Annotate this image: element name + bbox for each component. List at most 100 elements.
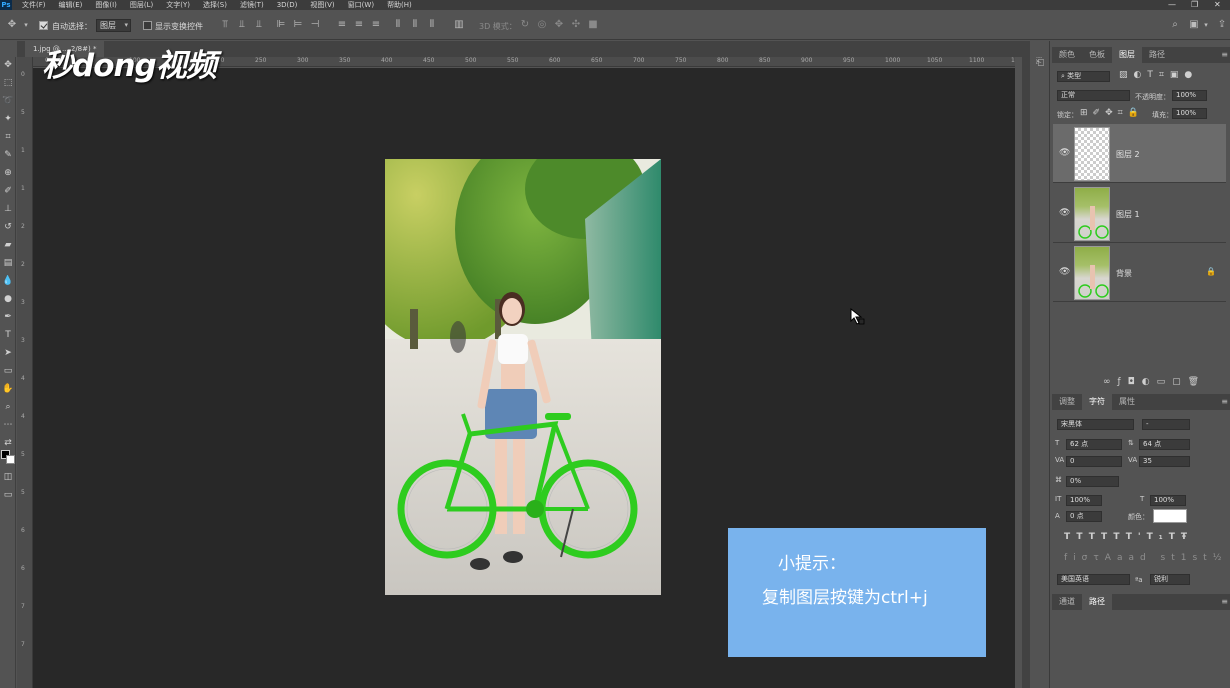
layer-name[interactable]: 背景 [1116,268,1132,279]
layer-row-layer-1[interactable]: 👁 图层 1 [1053,184,1226,243]
workspace-dropdown-icon[interactable]: ▾ [1200,19,1212,31]
dodge-tool-icon[interactable]: ● [2,293,14,305]
distribute-vcenter-icon[interactable]: ≡ [353,19,365,31]
align-left-icon[interactable]: ⊫ [275,19,287,31]
distribute-top-icon[interactable]: ≡ [336,19,348,31]
move-tool-icon[interactable]: ✥ [2,59,14,71]
quick-mask-icon[interactable]: ◫ [2,471,14,483]
panel-menu-icon[interactable]: ≡ [1221,594,1228,610]
tsume-field[interactable]: 0% [1066,476,1119,487]
rectangle-tool-icon[interactable]: ▭ [2,365,14,377]
distribute-bottom-icon[interactable]: ≡ [370,19,382,31]
eye-icon[interactable]: 👁 [1059,148,1070,158]
tab-color[interactable]: 颜色 [1052,47,1082,63]
menu-image[interactable]: 图像(I) [95,0,117,10]
tool-preset-dropdown-icon[interactable]: ▾ [20,19,32,31]
layer-row-layer-2[interactable]: 👁 图层 2 [1053,124,1226,183]
tab-paragraph[interactable]: 路径 [1142,47,1172,63]
eyedropper-tool-icon[interactable]: ✎ [2,149,14,161]
align-vcenter-icon[interactable]: ⫫ [236,19,248,31]
text-style-buttons[interactable]: TTTTTT'T₁TŦ [1064,532,1193,542]
align-right-icon[interactable]: ⊣ [309,19,321,31]
crop-tool-icon[interactable]: ⌗ [2,131,14,143]
menu-layer[interactable]: 图层(L) [130,0,153,10]
lasso-tool-icon[interactable]: ➰ [2,95,14,107]
tab-swatches[interactable]: 色板 [1082,47,1112,63]
share-icon[interactable]: ⇪ [1216,19,1228,31]
3d-pan-icon[interactable]: ✥ [553,19,565,31]
hand-tool-icon[interactable]: ✋ [2,383,14,395]
font-size-field[interactable]: 62 点 [1066,439,1122,450]
color-swap-icon[interactable]: ⇄ [2,437,14,449]
menu-file[interactable]: 文件(F) [22,0,46,10]
menu-type[interactable]: 文字(Y) [166,0,190,10]
history-brush-tool-icon[interactable]: ↺ [2,221,14,233]
tab-layers[interactable]: 图层 [1112,47,1142,63]
lock-icons[interactable]: ⊞✐✥⌗🔒 [1080,108,1144,118]
auto-select-checkbox[interactable] [39,21,48,30]
panel-menu-icon[interactable]: ≡ [1221,394,1228,410]
search-icon[interactable]: ⌕ [1169,19,1181,31]
move-tool-icon[interactable]: ✥ [6,19,18,31]
screen-mode-icon[interactable]: ▭ [2,489,14,501]
marquee-tool-icon[interactable]: ⬚ [2,77,14,89]
3d-scale-icon[interactable]: ■ [587,19,599,31]
layer-filter-dropdown[interactable]: ⌕ 类型 [1057,71,1110,82]
opentype-buttons[interactable]: fiστAaad st1st½ [1064,553,1227,563]
background-color-swatch[interactable] [6,455,15,464]
more-tools-icon[interactable]: ⋯ [2,419,14,431]
opacity-field[interactable]: 100% [1172,90,1207,101]
3d-roll-icon[interactable]: ◎ [536,19,548,31]
fill-field[interactable]: 100% [1172,108,1207,119]
distribute-left-icon[interactable]: ⦀ [392,19,404,31]
auto-align-icon[interactable]: ▥ [453,19,465,31]
tab-paths[interactable]: 路径 [1082,594,1112,610]
menu-help[interactable]: 帮助(H) [387,0,412,10]
tab-properties[interactable]: 属性 [1112,394,1142,410]
history-panel-icon[interactable]: ⎗ [1034,57,1046,69]
blend-mode-dropdown[interactable]: 正常 [1057,90,1130,101]
align-bottom-icon[interactable]: ⫫ [253,19,265,31]
menu-3d[interactable]: 3D(D) [277,0,298,10]
menu-window[interactable]: 窗口(W) [348,0,374,10]
gradient-tool-icon[interactable]: ▤ [2,257,14,269]
layer-row-background[interactable]: 👁 背景 🔒 [1053,243,1226,302]
distribute-hcenter-icon[interactable]: ⦀ [409,19,421,31]
panel-menu-icon[interactable]: ≡ [1221,47,1228,63]
show-transform-checkbox[interactable] [143,21,152,30]
tracking-field[interactable]: 35 [1139,456,1190,467]
menu-filter[interactable]: 滤镜(T) [240,0,264,10]
blur-tool-icon[interactable]: 💧 [2,275,14,287]
3d-slide-icon[interactable]: ✣ [570,19,582,31]
tab-channels[interactable]: 通道 [1052,594,1082,610]
zoom-tool-icon[interactable]: ⌕ [2,401,14,413]
horizontal-scale-field[interactable]: 100% [1150,495,1186,506]
tab-character[interactable]: 字符 [1082,394,1112,410]
menu-edit[interactable]: 编辑(E) [59,0,83,10]
3d-rotate-icon[interactable]: ↻ [519,19,531,31]
clone-stamp-tool-icon[interactable]: ⊥ [2,203,14,215]
layer-filter-icons[interactable]: ▧◐T⌗▣● [1119,70,1198,80]
layer-actions-toolbar[interactable]: ∞ƒ◘◐▭▢🗑 [1103,377,1206,387]
pen-tool-icon[interactable]: ✒ [2,311,14,323]
text-color-swatch[interactable] [1153,509,1187,523]
restore-button[interactable]: ❐ [1191,0,1198,10]
eye-icon[interactable]: 👁 [1059,267,1070,277]
healing-brush-tool-icon[interactable]: ⊕ [2,167,14,179]
eye-icon[interactable]: 👁 [1059,208,1070,218]
layer-name[interactable]: 图层 1 [1116,209,1140,220]
layer-name[interactable]: 图层 2 [1116,149,1140,160]
tab-adjustments[interactable]: 调整 [1052,394,1082,410]
auto-select-target-dropdown[interactable]: 图层 [96,19,131,32]
language-dropdown[interactable]: 美国英语 [1057,574,1130,585]
path-selection-tool-icon[interactable]: ➤ [2,347,14,359]
baseline-shift-field[interactable]: 0 点 [1066,511,1102,522]
menu-view[interactable]: 视图(V) [310,0,334,10]
canvas-photo[interactable] [385,159,661,595]
antialias-dropdown[interactable]: 锐利 [1150,574,1190,585]
workspace-icon[interactable]: ▣ [1188,19,1200,31]
vertical-scale-field[interactable]: 100% [1066,495,1102,506]
brush-tool-icon[interactable]: ✐ [2,185,14,197]
kerning-field[interactable]: 0 [1066,456,1122,467]
distribute-right-icon[interactable]: ⦀ [426,19,438,31]
